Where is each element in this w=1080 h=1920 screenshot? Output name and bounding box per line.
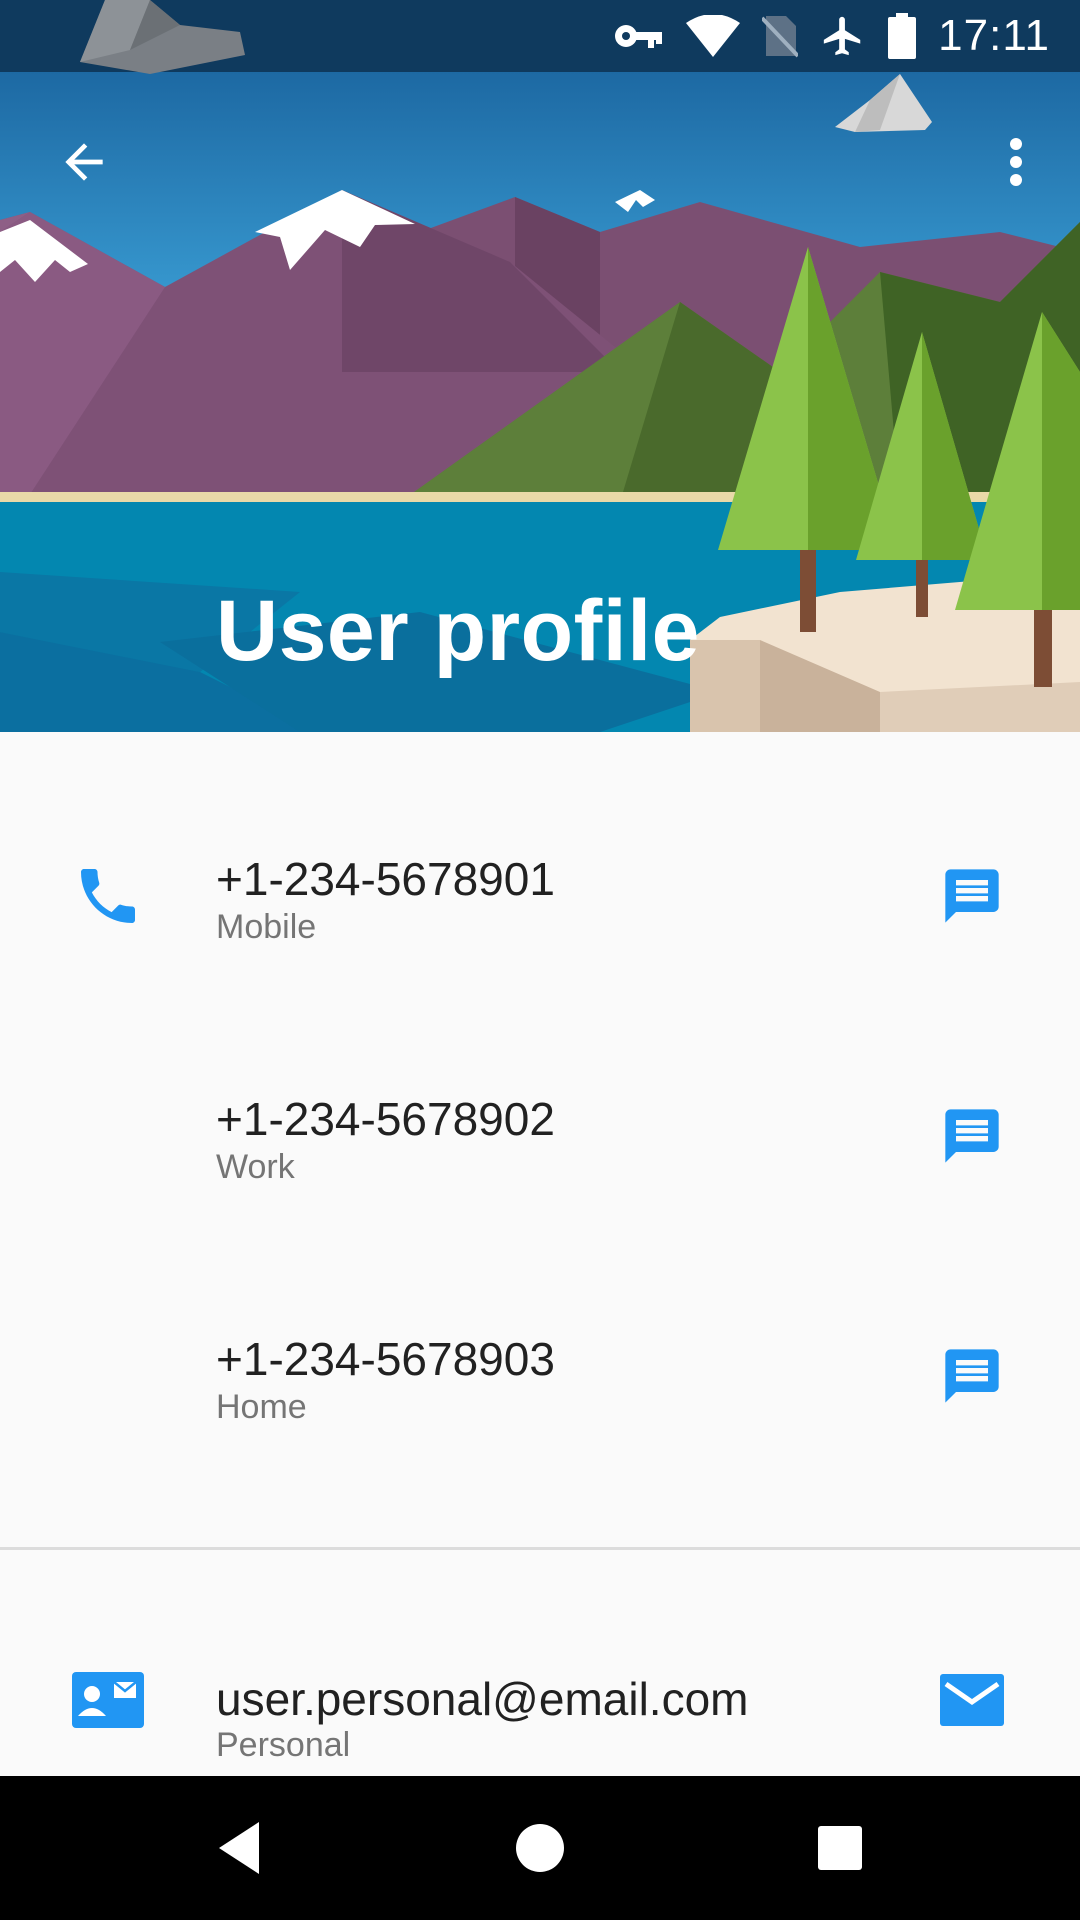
phone-type: Mobile <box>216 908 317 946</box>
email-address: user.personal@email.com <box>216 1673 749 1725</box>
phone-icon <box>72 860 144 937</box>
phone-type: Work <box>216 1148 295 1186</box>
status-time: 17:11 <box>938 11 1050 60</box>
nav-back-button[interactable] <box>168 1776 312 1920</box>
status-bar: 17:11 <box>0 0 1080 74</box>
airplane-mode-icon <box>820 13 866 59</box>
contact-mail-icon <box>72 1672 144 1733</box>
nav-home-button[interactable] <box>468 1776 612 1920</box>
list-item[interactable]: +1-234-5678902 Work <box>0 1018 1080 1258</box>
phone-number: +1-234-5678902 <box>216 1093 555 1145</box>
message-button[interactable] <box>936 860 1008 932</box>
send-email-button[interactable] <box>936 1664 1008 1736</box>
email-icon <box>940 1674 1004 1726</box>
back-triangle-icon <box>219 1822 259 1874</box>
battery-icon <box>888 13 917 59</box>
message-icon <box>945 1349 999 1403</box>
list-item[interactable]: +1-234-5678903 Home <box>0 1258 1080 1498</box>
phone-number: +1-234-5678903 <box>216 1333 555 1385</box>
message-button[interactable] <box>936 1100 1008 1172</box>
recents-square-icon <box>818 1826 862 1870</box>
profile-header: User profile <box>0 72 1080 732</box>
list-item[interactable]: +1-234-5678901 Mobile <box>0 778 1080 1018</box>
no-sim-icon <box>762 14 799 58</box>
message-icon <box>945 869 999 923</box>
arrow-back-icon <box>65 143 103 181</box>
vpn-key-icon <box>614 19 664 53</box>
page-title: User profile <box>216 583 700 679</box>
home-circle-icon <box>516 1824 564 1872</box>
email-type: Personal <box>216 1726 351 1764</box>
navigation-bar <box>0 1776 1080 1920</box>
message-icon <box>945 1109 999 1163</box>
phone-type: Home <box>216 1388 307 1426</box>
more-vert-icon <box>1010 138 1022 186</box>
rock-decoration <box>80 0 245 74</box>
more-options-button[interactable] <box>986 122 1046 202</box>
list-item[interactable]: user.personal@email.com Personal <box>0 1600 1080 1776</box>
wifi-icon <box>686 15 741 57</box>
section-divider <box>0 1547 1080 1550</box>
phone-number: +1-234-5678901 <box>216 853 555 905</box>
nav-recents-button[interactable] <box>768 1776 912 1920</box>
back-button[interactable] <box>44 122 124 202</box>
message-button[interactable] <box>936 1340 1008 1412</box>
